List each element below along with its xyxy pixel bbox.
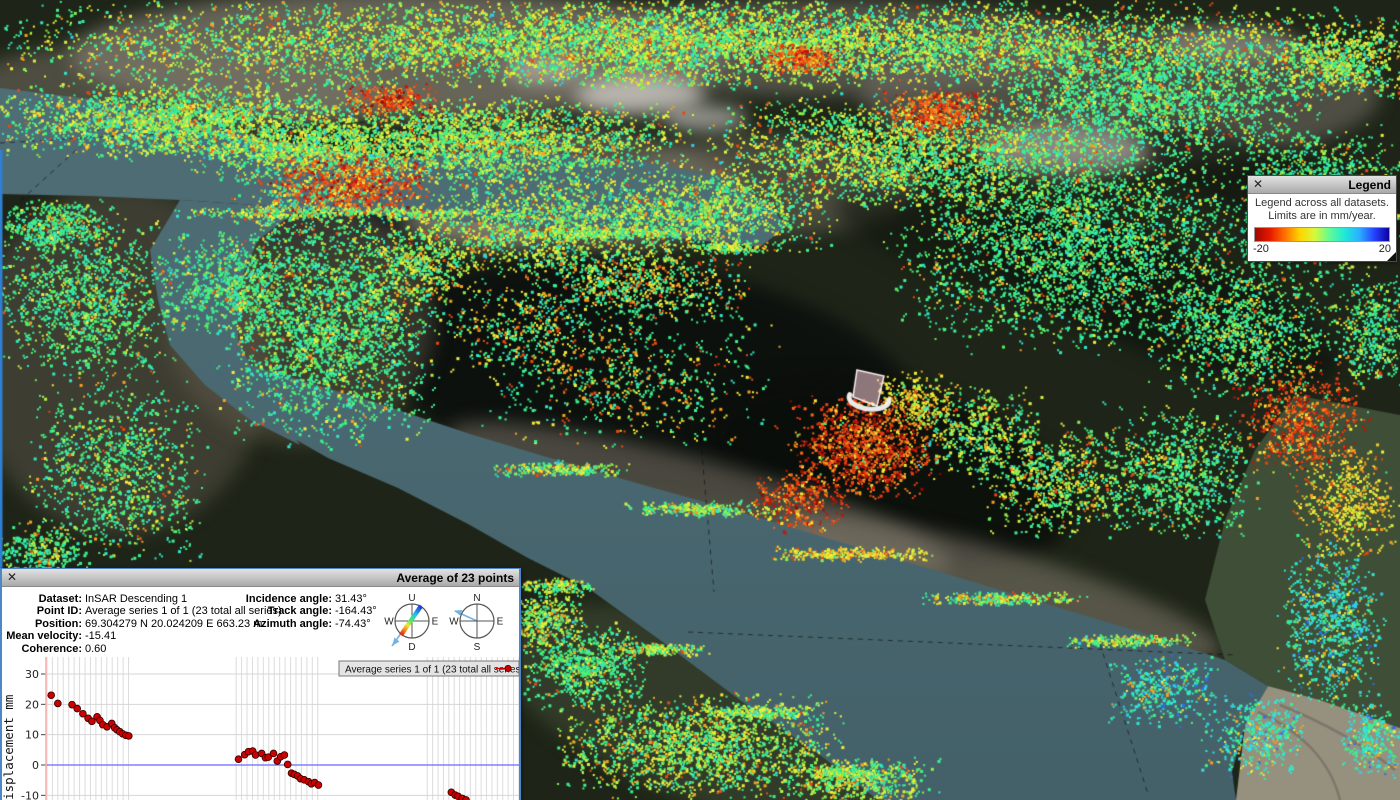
field-label: Track angle: <box>214 605 332 617</box>
field-label: Mean velocity: <box>2 630 82 642</box>
field-value: InSAR Descending 1 <box>82 593 187 605</box>
compass-label-west: W <box>449 617 459 628</box>
geometry-attributes: Incidence angle: 31.43° Track angle: -16… <box>214 593 377 630</box>
svg-text:-10: -10 <box>21 789 39 800</box>
legend-body: Legend across all datasets. Limits are i… <box>1248 194 1396 261</box>
compass-label-north: N <box>473 593 480 604</box>
close-icon[interactable]: ✕ <box>2 569 22 586</box>
svg-text:20: 20 <box>25 698 39 711</box>
colorbar-min-label: -20 <box>1253 243 1269 256</box>
field-label: Point ID: <box>2 605 82 617</box>
field-label: Azimuth angle: <box>214 618 332 630</box>
point-panel-titlebar[interactable]: ✕ Average of 23 points <box>2 569 519 587</box>
field-track-angle: Track angle: -164.43° <box>214 605 377 617</box>
svg-text:30: 30 <box>25 668 39 681</box>
legend-text-line1: Legend across all datasets. <box>1252 197 1392 210</box>
velocity-colorbar <box>1254 227 1390 242</box>
legend-titlebar[interactable]: ✕ Legend <box>1248 176 1396 194</box>
los-arrowhead-icon <box>392 638 400 647</box>
field-mean-velocity: Mean velocity: -15.41 <box>2 630 282 642</box>
point-panel-title: Average of 23 points <box>396 571 519 585</box>
field-label: Dataset: <box>2 593 82 605</box>
field-value: -74.43° <box>332 618 371 630</box>
close-icon[interactable]: ✕ <box>1248 176 1268 193</box>
azimuth-compass: N S W E <box>449 590 507 656</box>
svg-text:0: 0 <box>32 759 39 772</box>
svg-text:Average series 1 of 1 (23 tota: Average series 1 of 1 (23 total all seri… <box>345 665 519 676</box>
displacement-time-series-chart[interactable]: 30 20 10 0 -10 Displacement mm Average series … <box>2 651 519 800</box>
field-label: Position: <box>2 618 82 630</box>
los-direction-compass: U D W E <box>384 590 442 656</box>
field-label: Incidence angle: <box>214 593 332 605</box>
field-value: -15.41 <box>82 630 116 642</box>
compass-label-east: E <box>432 617 439 628</box>
resize-handle[interactable] <box>1387 252 1396 261</box>
field-incidence-angle: Incidence angle: 31.43° <box>214 593 377 605</box>
compass-label-east: E <box>497 617 504 628</box>
compass-label-up: U <box>408 593 415 604</box>
point-details-panel: ✕ Average of 23 points Dataset: InSAR De… <box>0 568 521 800</box>
svg-text:10: 10 <box>25 729 39 742</box>
legend-title: Legend <box>1348 178 1396 192</box>
field-azimuth-angle: Azimuth angle: -74.43° <box>214 618 377 630</box>
svg-text:Displacement mm: Displacement mm <box>2 695 16 800</box>
field-value: 31.43° <box>332 593 367 605</box>
insar-3d-viewer: ✕ Legend Legend across all datasets. Lim… <box>0 0 1400 800</box>
compass-label-west: W <box>384 617 394 628</box>
legend-panel: ✕ Legend Legend across all datasets. Lim… <box>1247 175 1397 262</box>
legend-text-line2: Limits are in mm/year. <box>1252 210 1392 223</box>
point-info-block: Dataset: InSAR Descending 1 Point ID: Av… <box>2 592 519 656</box>
field-value: -164.43° <box>332 605 377 617</box>
